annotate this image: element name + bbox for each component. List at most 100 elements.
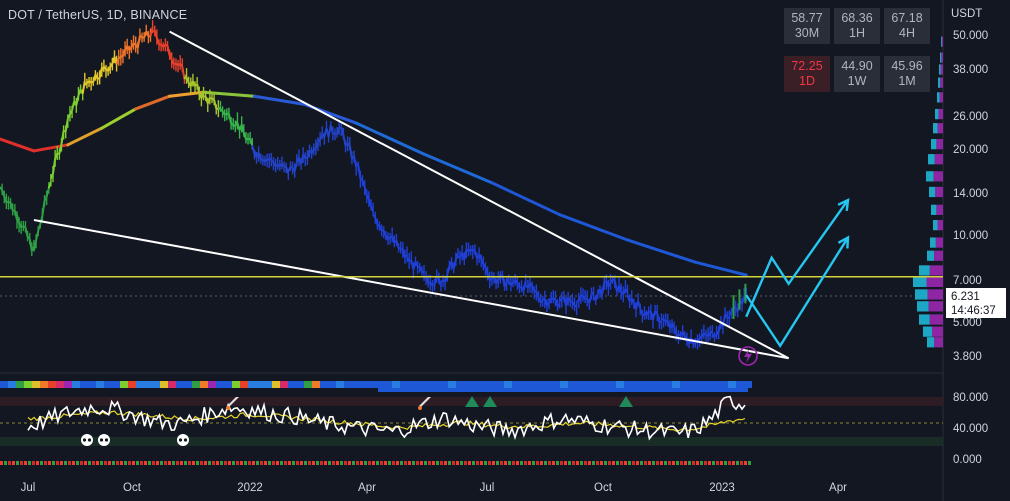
oscillator-band-cell <box>168 381 176 388</box>
time-tick: Apr <box>358 482 376 494</box>
price-tick: 3.800 <box>953 351 982 364</box>
oscillator-strip-cell <box>720 461 723 465</box>
oscillator-strip-cell <box>328 461 331 465</box>
oscillator-strip-cell <box>372 461 375 465</box>
oscillator-band-cell <box>464 381 472 388</box>
oscillator-strip-cell <box>528 461 531 465</box>
oscillator-strip-cell <box>148 461 151 465</box>
oscillator-band-cell <box>648 381 656 388</box>
oscillator-strip-cell <box>104 461 107 465</box>
volume-profile-bar <box>927 250 935 261</box>
moving-average-line <box>0 90 748 277</box>
oscillator-strip-cell <box>412 461 415 465</box>
oscillator-band-cell <box>568 381 576 388</box>
oscillator-strip-cell <box>16 461 19 465</box>
oscillator-strip-cell <box>484 461 487 465</box>
oscillator-strip-cell <box>312 461 315 465</box>
oscillator-strip-cell <box>600 461 603 465</box>
panda-marker-eye <box>87 438 92 442</box>
oscillator-strip-cell <box>380 461 383 465</box>
oscillator-strip-cell <box>196 461 199 465</box>
oscillator-strip-cell <box>352 461 355 465</box>
oscillator-band-cell <box>552 381 560 388</box>
oscillator-strip-cell <box>508 461 511 465</box>
oscillator-band-cell <box>296 381 304 388</box>
oscillator-strip-cell <box>744 461 747 465</box>
trendline <box>169 30 790 360</box>
time-axis[interactable]: Jul Oct 2022 Apr Jul Oct 2023 Apr <box>0 470 943 501</box>
volume-profile-bar <box>934 250 943 261</box>
projection-path <box>745 236 850 348</box>
oscillator-strip-cell <box>88 461 91 465</box>
oscillator-band-cell <box>432 381 440 388</box>
ma-segment <box>134 94 172 111</box>
oscillator-strip-cell <box>160 461 163 465</box>
oscillator-strip-cell <box>616 461 619 465</box>
price-scale[interactable]: USDT 50.000 38.000 26.000 20.000 14.000 10.00… <box>943 0 1010 501</box>
oscillator-strip-cell <box>644 461 647 465</box>
oscillator-band-cell <box>378 388 748 392</box>
rsi-cell: 67.18 4H <box>884 8 930 44</box>
oscillator-strip-cell <box>724 461 727 465</box>
oscillator-band-cell <box>584 381 592 388</box>
ma-segment <box>490 181 562 217</box>
bar-countdown: 14:46:37 <box>951 305 996 317</box>
oscillator-band-cell <box>384 381 392 388</box>
oscillator-band-cell <box>32 381 40 388</box>
oscillator-strip-cell <box>476 461 479 465</box>
time-tick: Jul <box>20 482 36 494</box>
volume-profile-bar <box>930 237 936 248</box>
volume-profile-bar <box>929 314 943 325</box>
price-tick: 7.000 <box>953 274 982 287</box>
panda-marker-eye <box>99 438 104 442</box>
oscillator-strip-cell <box>64 461 67 465</box>
oscillator-strip-cell <box>636 461 639 465</box>
oscillator-strip-cell <box>40 461 43 465</box>
trendlines[interactable] <box>33 30 790 360</box>
oscillator-band-cell <box>376 381 384 388</box>
oscillator-strip-cell <box>656 461 659 465</box>
oscillator-strip-cell <box>208 461 211 465</box>
oscillator-band-cell <box>680 381 688 388</box>
oscillator-strip-cell <box>8 461 11 465</box>
volume-profile-bar <box>928 154 935 165</box>
oscillator-strip-cell <box>604 461 607 465</box>
oscillator-band-cell <box>288 381 296 388</box>
volume-profile-bar <box>917 301 929 312</box>
oscillator-strip-cell <box>492 461 495 465</box>
oscillator-strip-cell <box>92 461 95 465</box>
oscillator-band-cell <box>216 381 224 388</box>
oscillator-band-cell <box>312 381 320 388</box>
oscillator-strip-cell <box>712 461 715 465</box>
oscillator-strip-cell <box>536 461 539 465</box>
oscillator-band-cell <box>24 381 32 388</box>
oscillator-band-cell <box>544 381 552 388</box>
oscillator-strip-cell <box>356 461 359 465</box>
oscillator-strip-cell <box>280 461 283 465</box>
oscillator-band-cell <box>200 381 208 388</box>
oscillator-band-cell <box>56 381 64 388</box>
oscillator-strip-cell <box>236 461 239 465</box>
volume-profile-bar <box>926 171 934 182</box>
oscillator-band-cell <box>160 381 168 388</box>
time-tick: Oct <box>594 482 612 494</box>
oscillator-strip-cell <box>496 461 499 465</box>
projection-paths[interactable] <box>745 197 850 348</box>
oscillator-strip-cell <box>520 461 523 465</box>
oscillator-strip-cell <box>596 461 599 465</box>
oscillator-strip-cell <box>100 461 103 465</box>
time-tick: Apr <box>829 482 847 494</box>
oscillator-strip-cell <box>188 461 191 465</box>
oscillator-strip-cell <box>28 461 31 465</box>
volume-profile-bar <box>931 204 937 215</box>
symbol-title[interactable]: DOT / TetherUS, 1D, BINANCE <box>8 8 187 22</box>
oscillator-tick: 0.000 <box>953 454 982 466</box>
oscillator-strip-cell <box>540 461 543 465</box>
oscillator-band-cell <box>448 381 456 388</box>
oscillator-strip-cell <box>172 461 175 465</box>
volume-profile-bar <box>933 171 943 182</box>
price-series <box>0 20 747 350</box>
oscillator-strip-cell <box>408 461 411 465</box>
oscillator-strip-cell <box>516 461 519 465</box>
oscillator-strip-cell <box>548 461 551 465</box>
